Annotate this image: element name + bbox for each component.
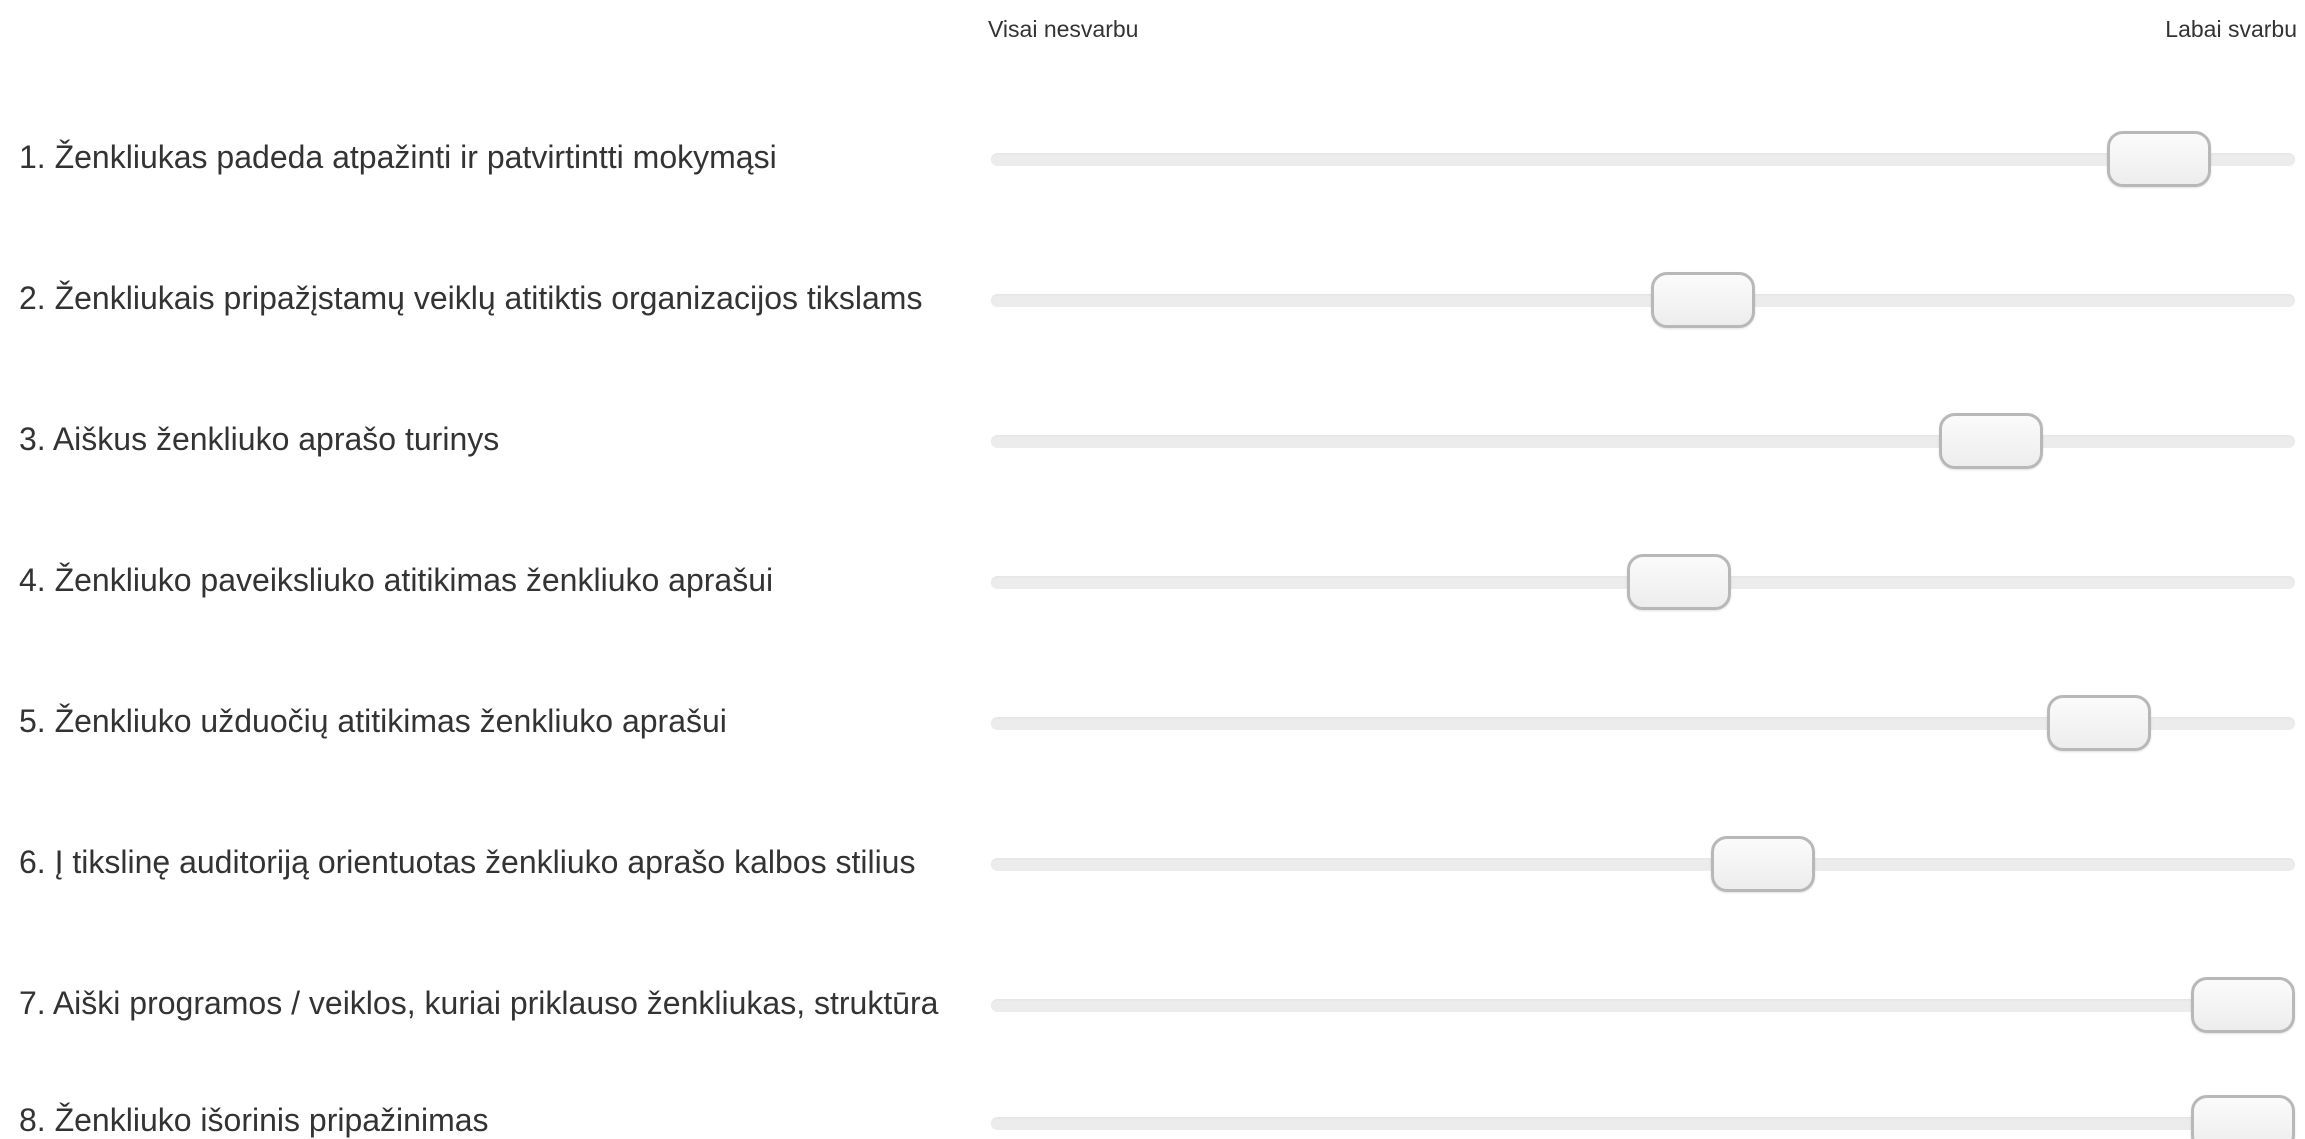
rating-row: 6. Į tikslinę auditoriją orientuotas žen… [0,822,2305,922]
slider-handle[interactable] [2191,1095,2295,1139]
rating-row: 2. Ženkliukais pripažįstamų veiklų atiti… [0,258,2305,358]
rating-item-label: 2. Ženkliukais pripažįstamų veiklų atiti… [19,280,923,316]
rating-item-label: 3. Aiškus ženkliuko aprašo turinys [19,421,500,457]
rating-item-label: 8. Ženkliuko išorinis pripažinimas [19,1102,489,1138]
rating-item-label: 6. Į tikslinę auditoriją orientuotas žen… [19,844,916,880]
rating-item-label: 5. Ženkliuko užduočių atitikimas ženkliu… [19,703,727,739]
slider-track[interactable] [991,1117,2295,1130]
slider-track[interactable] [991,999,2295,1012]
importance-slider[interactable] [991,1095,2295,1139]
rating-row: 4. Ženkliuko paveiksliuko atitikimas žen… [0,540,2305,640]
importance-slider[interactable] [991,836,2295,892]
slider-track[interactable] [991,153,2295,166]
slider-handle[interactable] [2047,695,2151,751]
rating-item-label: 1. Ženkliukas padeda atpažinti ir patvir… [19,139,777,175]
slider-handle[interactable] [1651,272,1755,328]
rating-row: 5. Ženkliuko užduočių atitikimas ženkliu… [0,681,2305,781]
importance-slider[interactable] [991,413,2295,469]
rating-item-label: 4. Ženkliuko paveiksliuko atitikimas žen… [19,562,774,598]
importance-slider[interactable] [991,695,2295,751]
importance-slider[interactable] [991,554,2295,610]
slider-handle[interactable] [1711,836,1815,892]
slider-handle[interactable] [1627,554,1731,610]
importance-slider[interactable] [991,131,2295,187]
importance-slider[interactable] [991,272,2295,328]
slider-handle[interactable] [2107,131,2211,187]
rating-row: 3. Aiškus ženkliuko aprašo turinys [0,399,2305,499]
importance-slider[interactable] [991,977,2295,1033]
slider-handle[interactable] [2191,977,2295,1033]
slider-handle[interactable] [1939,413,2043,469]
slider-track[interactable] [991,858,2295,871]
rating-item-label: 7. Aiški programos / veiklos, kuriai pri… [19,985,939,1021]
slider-track[interactable] [991,294,2295,307]
rating-row: 7. Aiški programos / veiklos, kuriai pri… [0,963,2305,1063]
rating-list: 1. Ženkliukas padeda atpažinti ir patvir… [0,0,2305,1139]
slider-track[interactable] [991,435,2295,448]
rating-row: 8. Ženkliuko išorinis pripažinimas [0,1090,2305,1139]
rating-row: 1. Ženkliukas padeda atpažinti ir patvir… [0,117,2305,217]
